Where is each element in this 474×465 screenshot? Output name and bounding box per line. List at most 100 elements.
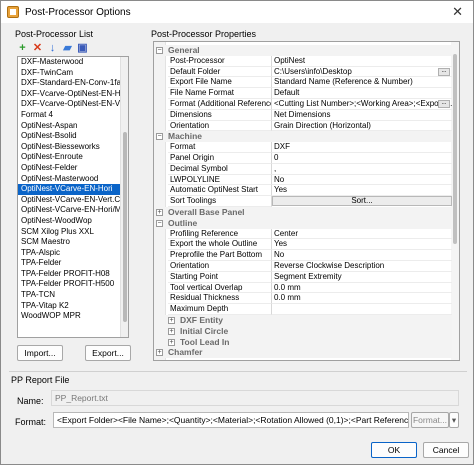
property-value[interactable]: 0.0 mm [272, 293, 452, 305]
collapse-icon[interactable]: − [156, 47, 163, 54]
cancel-button[interactable]: Cancel [423, 442, 469, 458]
property-row[interactable]: Residual Thickness 0.0 mm [154, 293, 452, 305]
property-row[interactable]: Format (Additional References) <Cutting L… [154, 99, 452, 110]
import-button[interactable]: Import... [17, 345, 63, 361]
property-row[interactable]: Profiling Reference Center [154, 228, 452, 240]
list-item[interactable]: TPA-TCN [18, 290, 128, 301]
add-icon[interactable]: + [17, 43, 28, 54]
report-name-field[interactable]: PP_Report.txt [51, 390, 459, 406]
property-value[interactable]: Net Dimensions [272, 110, 452, 121]
list-item[interactable]: OptiNest-Aspan [18, 121, 128, 132]
list-item[interactable]: OptiNest-Felder [18, 163, 128, 174]
property-row[interactable]: Format DXF [154, 142, 452, 153]
list-item[interactable]: OptiNest-Biesseworks [18, 142, 128, 153]
property-row[interactable]: Panel Origin 0 [154, 153, 452, 164]
list-item[interactable]: DXF-Standard-EN-Conv-1face [18, 78, 128, 89]
property-row[interactable]: Export the whole Outline Yes [154, 239, 452, 251]
property-row[interactable]: Orientation Grain Direction (Horizontal) [154, 120, 452, 132]
property-row[interactable]: Tool vertical Overlap 0.0 mm [154, 282, 452, 294]
property-value[interactable]: No [272, 175, 452, 186]
expand-icon[interactable]: + [168, 327, 175, 335]
category-outline[interactable]: − Outline [154, 217, 452, 229]
list-item[interactable]: TPA-Alspic [18, 248, 128, 259]
category-dxf-entity[interactable]: + DXF Entity [154, 315, 452, 326]
category-chamfer[interactable]: + Chamfer [154, 347, 452, 359]
report-format-field[interactable]: <Export Folder><File Name>;<Quantity>;<M… [53, 412, 409, 428]
list-item[interactable]: SCM Maestro [18, 237, 128, 248]
property-row[interactable]: Starting Point Segment Extremity [154, 271, 452, 283]
category-overall-base-panel[interactable]: + Overall Base Panel [154, 207, 452, 218]
property-value[interactable]: Center [272, 229, 452, 240]
list-item[interactable]: TPA-Vitap K2 [18, 301, 128, 312]
format-dropdown-icon[interactable]: ▾ [449, 412, 459, 428]
export-button[interactable]: Export... [85, 345, 131, 361]
property-value[interactable]: <Cutting List Number>;<Working Area>;<Ex… [272, 99, 452, 110]
category-tool-lead-in[interactable]: + Tool Lead In [154, 336, 452, 348]
format-button[interactable]: Format... [411, 412, 449, 428]
list-scrollbar-thumb[interactable] [123, 132, 127, 322]
list-item[interactable]: WoodWOP MPR [18, 311, 128, 322]
category-general[interactable]: − General [154, 45, 452, 56]
list-item[interactable]: DXF-Vcarve-OptiNest-EN-Vert... [18, 99, 128, 110]
list-item[interactable]: OptiNest-VCarve-EN-Vert.Conv [18, 195, 128, 206]
list-item[interactable]: DXF-Vcarve-OptiNest-EN-Hor... [18, 89, 128, 100]
property-value[interactable]: No [272, 250, 452, 261]
expand-icon[interactable]: + [168, 317, 175, 324]
expand-icon[interactable]: + [156, 349, 163, 357]
save-icon[interactable]: ▣ [77, 43, 88, 54]
property-value[interactable]: Standard Name (Reference & Number) [272, 77, 452, 89]
list-item[interactable]: OptiNest-Bsolid [18, 131, 128, 142]
expand-icon[interactable]: + [156, 209, 163, 216]
ok-button[interactable]: OK [371, 442, 417, 458]
list-item[interactable]: Format 4 [18, 110, 128, 121]
property-row[interactable]: Export File Name Standard Name (Reference… [154, 77, 452, 89]
property-row[interactable]: Decimal Symbol, [154, 163, 452, 175]
list-item[interactable]: DXF-Masterwood [18, 57, 128, 68]
list-item[interactable]: OptiNest-WoodWop [18, 216, 128, 227]
list-item[interactable]: TPA-Felder [18, 258, 128, 269]
property-value[interactable]: 0 [272, 153, 452, 164]
browse-ellipsis-button[interactable]: ... [438, 67, 450, 76]
sort-toolings-button[interactable]: Sort... [272, 196, 452, 207]
property-value[interactable]: Reverse Clockwise Description [272, 261, 452, 272]
property-value[interactable]: OptiNest [272, 56, 452, 67]
delete-icon[interactable]: ✕ [32, 43, 43, 54]
property-row[interactable]: LWPOLYLINE No [154, 174, 452, 186]
property-row[interactable]: Sort Toolings Sort... [154, 196, 452, 207]
collapse-icon[interactable]: − [156, 219, 163, 227]
move-down-icon[interactable]: ↓ [47, 43, 58, 54]
property-value[interactable]: Segment Extremity [272, 272, 452, 283]
list-item[interactable]: OptiNest-VCarve-EN-Hori/Max [18, 205, 128, 216]
property-grid[interactable]: − General Post-Processor OptiNest Default Fo… [153, 41, 460, 361]
property-value[interactable]: Grain Direction (Horizontal) [272, 121, 452, 132]
property-value[interactable] [272, 304, 452, 315]
category-machine[interactable]: − Machine [154, 131, 452, 143]
property-row[interactable]: Dimensions Net Dimensions [154, 109, 452, 121]
property-value[interactable]: 0.0 mm [272, 283, 452, 294]
browse-ellipsis-button[interactable]: ... [438, 100, 450, 108]
property-value[interactable]: Yes [272, 185, 452, 197]
list-item[interactable]: SCM Xilog Plus XXL [18, 227, 128, 238]
list-item[interactable]: OptiNest-Enroute [18, 152, 128, 163]
property-row[interactable]: Automatic OptiNest Start Yes [154, 185, 452, 197]
property-value[interactable]: , [272, 164, 452, 175]
property-grid-scrollbar[interactable] [451, 42, 459, 360]
property-value[interactable]: Yes [272, 239, 452, 251]
property-value[interactable]: C:\Users\info\Desktop [272, 67, 452, 78]
property-value[interactable]: Default [272, 88, 452, 99]
list-item[interactable]: TPA-Felder PROFIT-H500 [18, 279, 128, 290]
category-initial-circle[interactable]: + Initial Circle [154, 325, 452, 337]
property-row[interactable]: File Name Format Default [154, 88, 452, 99]
expand-icon[interactable]: + [168, 338, 175, 346]
property-grid-scrollbar-thumb[interactable] [453, 54, 457, 244]
folder-icon[interactable]: ▰ [62, 43, 73, 54]
close-icon[interactable]: ✕ [452, 4, 463, 20]
collapse-icon[interactable]: − [156, 133, 163, 141]
list-item[interactable]: OptiNest-Masterwood [18, 174, 128, 185]
list-item[interactable]: DXF-TwinCam [18, 68, 128, 79]
property-row[interactable]: Orientation Reverse Clockwise Description [154, 261, 452, 272]
list-item[interactable]: OptiNest-VCarve-EN-Hori [18, 184, 128, 195]
property-row[interactable]: Preprofile the Part Bottom No [154, 250, 452, 261]
list-scrollbar[interactable] [120, 57, 128, 337]
property-row[interactable]: Default Folder C:\Users\info\Desktop... [154, 66, 452, 78]
